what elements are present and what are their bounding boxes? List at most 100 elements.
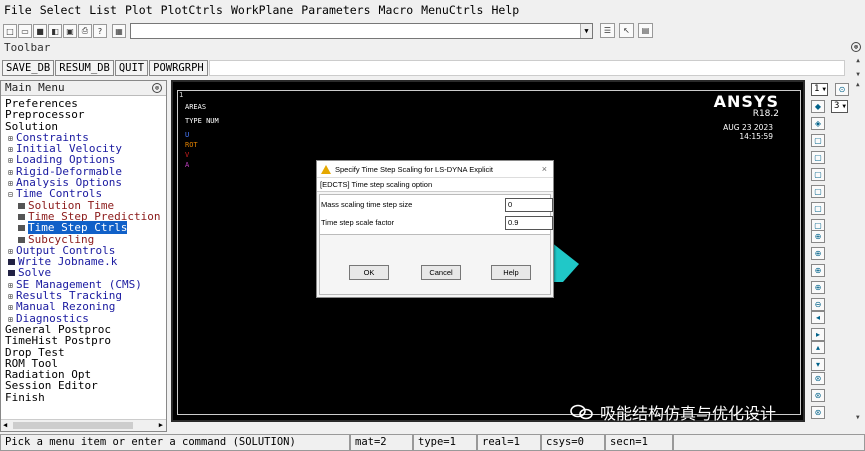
image-capture-icon[interactable]: ▣ [63, 24, 77, 38]
date-label: AUG 23 2023 [723, 123, 773, 132]
menu-item-icon [18, 225, 25, 232]
menu-plot[interactable]: Plot [125, 3, 153, 17]
dialog-titlebar[interactable]: Specify Time Step Scaling for LS-DYNA Ex… [317, 161, 553, 178]
warning-icon [321, 165, 331, 174]
front-view-icon[interactable]: ▢ [811, 134, 825, 147]
scale-factor-label: Time step scale factor [321, 218, 395, 227]
plot-label: AREAS [185, 103, 207, 111]
pan-right-icon[interactable]: ▸ [811, 328, 825, 341]
reset-picking-icon[interactable]: ↖ [619, 23, 634, 38]
zoom-out-icon[interactable]: ⊖ [811, 298, 825, 311]
command-input[interactable]: ▼ [130, 23, 593, 39]
right-view-icon[interactable]: ▢ [811, 151, 825, 164]
scroll-left-icon[interactable]: ◀ [3, 421, 7, 429]
status-csys: csys=0 [541, 434, 605, 451]
menu-plotctrls[interactable]: PlotCtrls [161, 3, 223, 17]
print-icon[interactable]: ⎙ [78, 24, 92, 38]
menu-menuctrls[interactable]: MenuCtrls [421, 3, 483, 17]
zoom-icon[interactable]: ⊕ [811, 230, 825, 243]
menu-workplane[interactable]: WorkPlane [231, 3, 293, 17]
left-view-icon[interactable]: ▢ [811, 202, 825, 215]
menu-item-icon [18, 236, 25, 243]
chevron-down-icon[interactable]: ▼ [580, 24, 592, 38]
watermark-text: 吸能结构仿真与优化设计 [600, 404, 777, 423]
fit-view-icon[interactable]: ⊛ [811, 406, 825, 419]
status-secn: secn=1 [605, 434, 673, 451]
pan-zoom-icon[interactable]: ◧ [48, 24, 62, 38]
menu-bar: File Select List Plot PlotCtrls WorkPlan… [0, 0, 865, 20]
isometric-view-icon[interactable]: ◆ [811, 100, 825, 113]
rotate-icon[interactable]: ⊛ [811, 372, 825, 385]
menu-select[interactable]: Select [40, 3, 82, 17]
close-icon[interactable]: × [542, 161, 547, 178]
dialog-title: Specify Time Step Scaling for LS-DYNA Ex… [335, 165, 493, 174]
toolbar-collapse-icon[interactable]: ⊗ [851, 42, 861, 52]
scroll-up-icon[interactable]: ▲ [856, 81, 860, 88]
chevron-down-icon: ▼ [842, 103, 846, 110]
rotate-z-icon[interactable]: ⊛ [811, 389, 825, 402]
main-menu-hscrollbar[interactable]: ◀ ▶ [1, 419, 166, 431]
scroll-thumb[interactable] [13, 422, 133, 429]
back-view-icon[interactable]: ▢ [811, 185, 825, 198]
status-type: type=1 [413, 434, 477, 451]
pan-up-icon[interactable]: ▴ [811, 341, 825, 354]
save-db-button[interactable]: SAVE_DB [2, 59, 55, 76]
menu-item-icon [18, 213, 25, 220]
window-select[interactable]: 1 ▼ [811, 83, 828, 96]
contact-manager-icon[interactable]: ▤ [638, 23, 653, 38]
view-toolbar-scrollbar[interactable]: ▲ ▼ [855, 80, 865, 422]
mass-scaling-label: Mass scaling time step size [321, 200, 413, 209]
window-number: 1 [179, 91, 184, 99]
scale-factor-input[interactable]: 0.9 [505, 216, 553, 230]
type-label: TYPE NUM [185, 117, 219, 125]
save-icon[interactable]: ■ [33, 24, 47, 38]
oblique-view-icon[interactable]: ◈ [811, 117, 825, 130]
toolbar-label: Toolbar [4, 41, 51, 54]
quit-button[interactable]: QUIT [114, 59, 149, 76]
open-folder-icon[interactable]: ▭ [18, 24, 32, 38]
user-toolbar: SAVE_DB RESUM_DB QUIT POWRGRPH [0, 57, 865, 78]
zoom-back-icon[interactable]: ⊕ [811, 264, 825, 277]
toolbar-blank-area [208, 59, 845, 76]
menu-file[interactable]: File [4, 3, 32, 17]
top-view-icon[interactable]: ▢ [811, 168, 825, 181]
release-label: R18.2 [752, 109, 779, 119]
zoom-box-icon[interactable]: ⊕ [811, 247, 825, 260]
scroll-right-icon[interactable]: ▶ [159, 421, 163, 429]
legend-u: U [185, 131, 190, 139]
pan-down-icon[interactable]: ▾ [811, 358, 825, 371]
main-menu-item[interactable]: Finish [1, 392, 166, 403]
command-prompt-icon: ▦ [112, 24, 126, 38]
powrgrph-button[interactable]: POWRGRPH [149, 59, 208, 76]
resume-db-button[interactable]: RESUM_DB [55, 59, 114, 76]
main-menu-panel: Main Menu ⊗ Preferences Preprocessor Solut… [0, 80, 167, 432]
menu-list[interactable]: List [89, 3, 117, 17]
menu-help[interactable]: Help [491, 3, 519, 17]
command-history-icon[interactable]: ☰ [600, 23, 615, 38]
help-button[interactable]: Help [491, 265, 531, 280]
time-step-scaling-dialog: Specify Time Step Scaling for LS-DYNA Ex… [316, 160, 554, 298]
menu-macro[interactable]: Macro [379, 3, 414, 17]
main-menu-item-label: Finish [5, 390, 45, 404]
mass-scaling-input[interactable]: 0 [505, 198, 553, 212]
scroll-down-icon[interactable]: ▼ [856, 414, 860, 421]
status-bar: Pick a menu item or enter a command (SOL… [0, 434, 865, 451]
new-file-icon[interactable]: □ [3, 24, 17, 38]
ok-button[interactable]: OK [349, 265, 389, 280]
dialog-subtitle: [EDCTS] Time step scaling option [317, 178, 553, 192]
help-icon[interactable]: ? [93, 24, 107, 38]
wechat-icon [570, 404, 593, 420]
zoom-in-icon[interactable]: ⊕ [811, 281, 825, 294]
main-menu-collapse-icon[interactable]: ⊗ [152, 83, 162, 93]
main-menu-title: Main Menu ⊗ [1, 81, 166, 96]
pan-left-icon[interactable]: ◂ [811, 311, 825, 324]
status-blank [673, 434, 865, 451]
cancel-button[interactable]: Cancel [421, 265, 461, 280]
menu-parameters[interactable]: Parameters [301, 3, 370, 17]
dynamic-model-mode-icon[interactable]: ⊙ [835, 83, 849, 96]
view-select[interactable]: 3 ▼ [831, 100, 848, 113]
toolbar-scrollbar[interactable]: ▲ ▼ [853, 57, 863, 78]
main-menu-tree: Preferences Preprocessor Solution ⊞ Constrai… [1, 96, 166, 403]
chevron-down-icon: ▼ [822, 86, 826, 93]
area-shape [551, 242, 579, 282]
